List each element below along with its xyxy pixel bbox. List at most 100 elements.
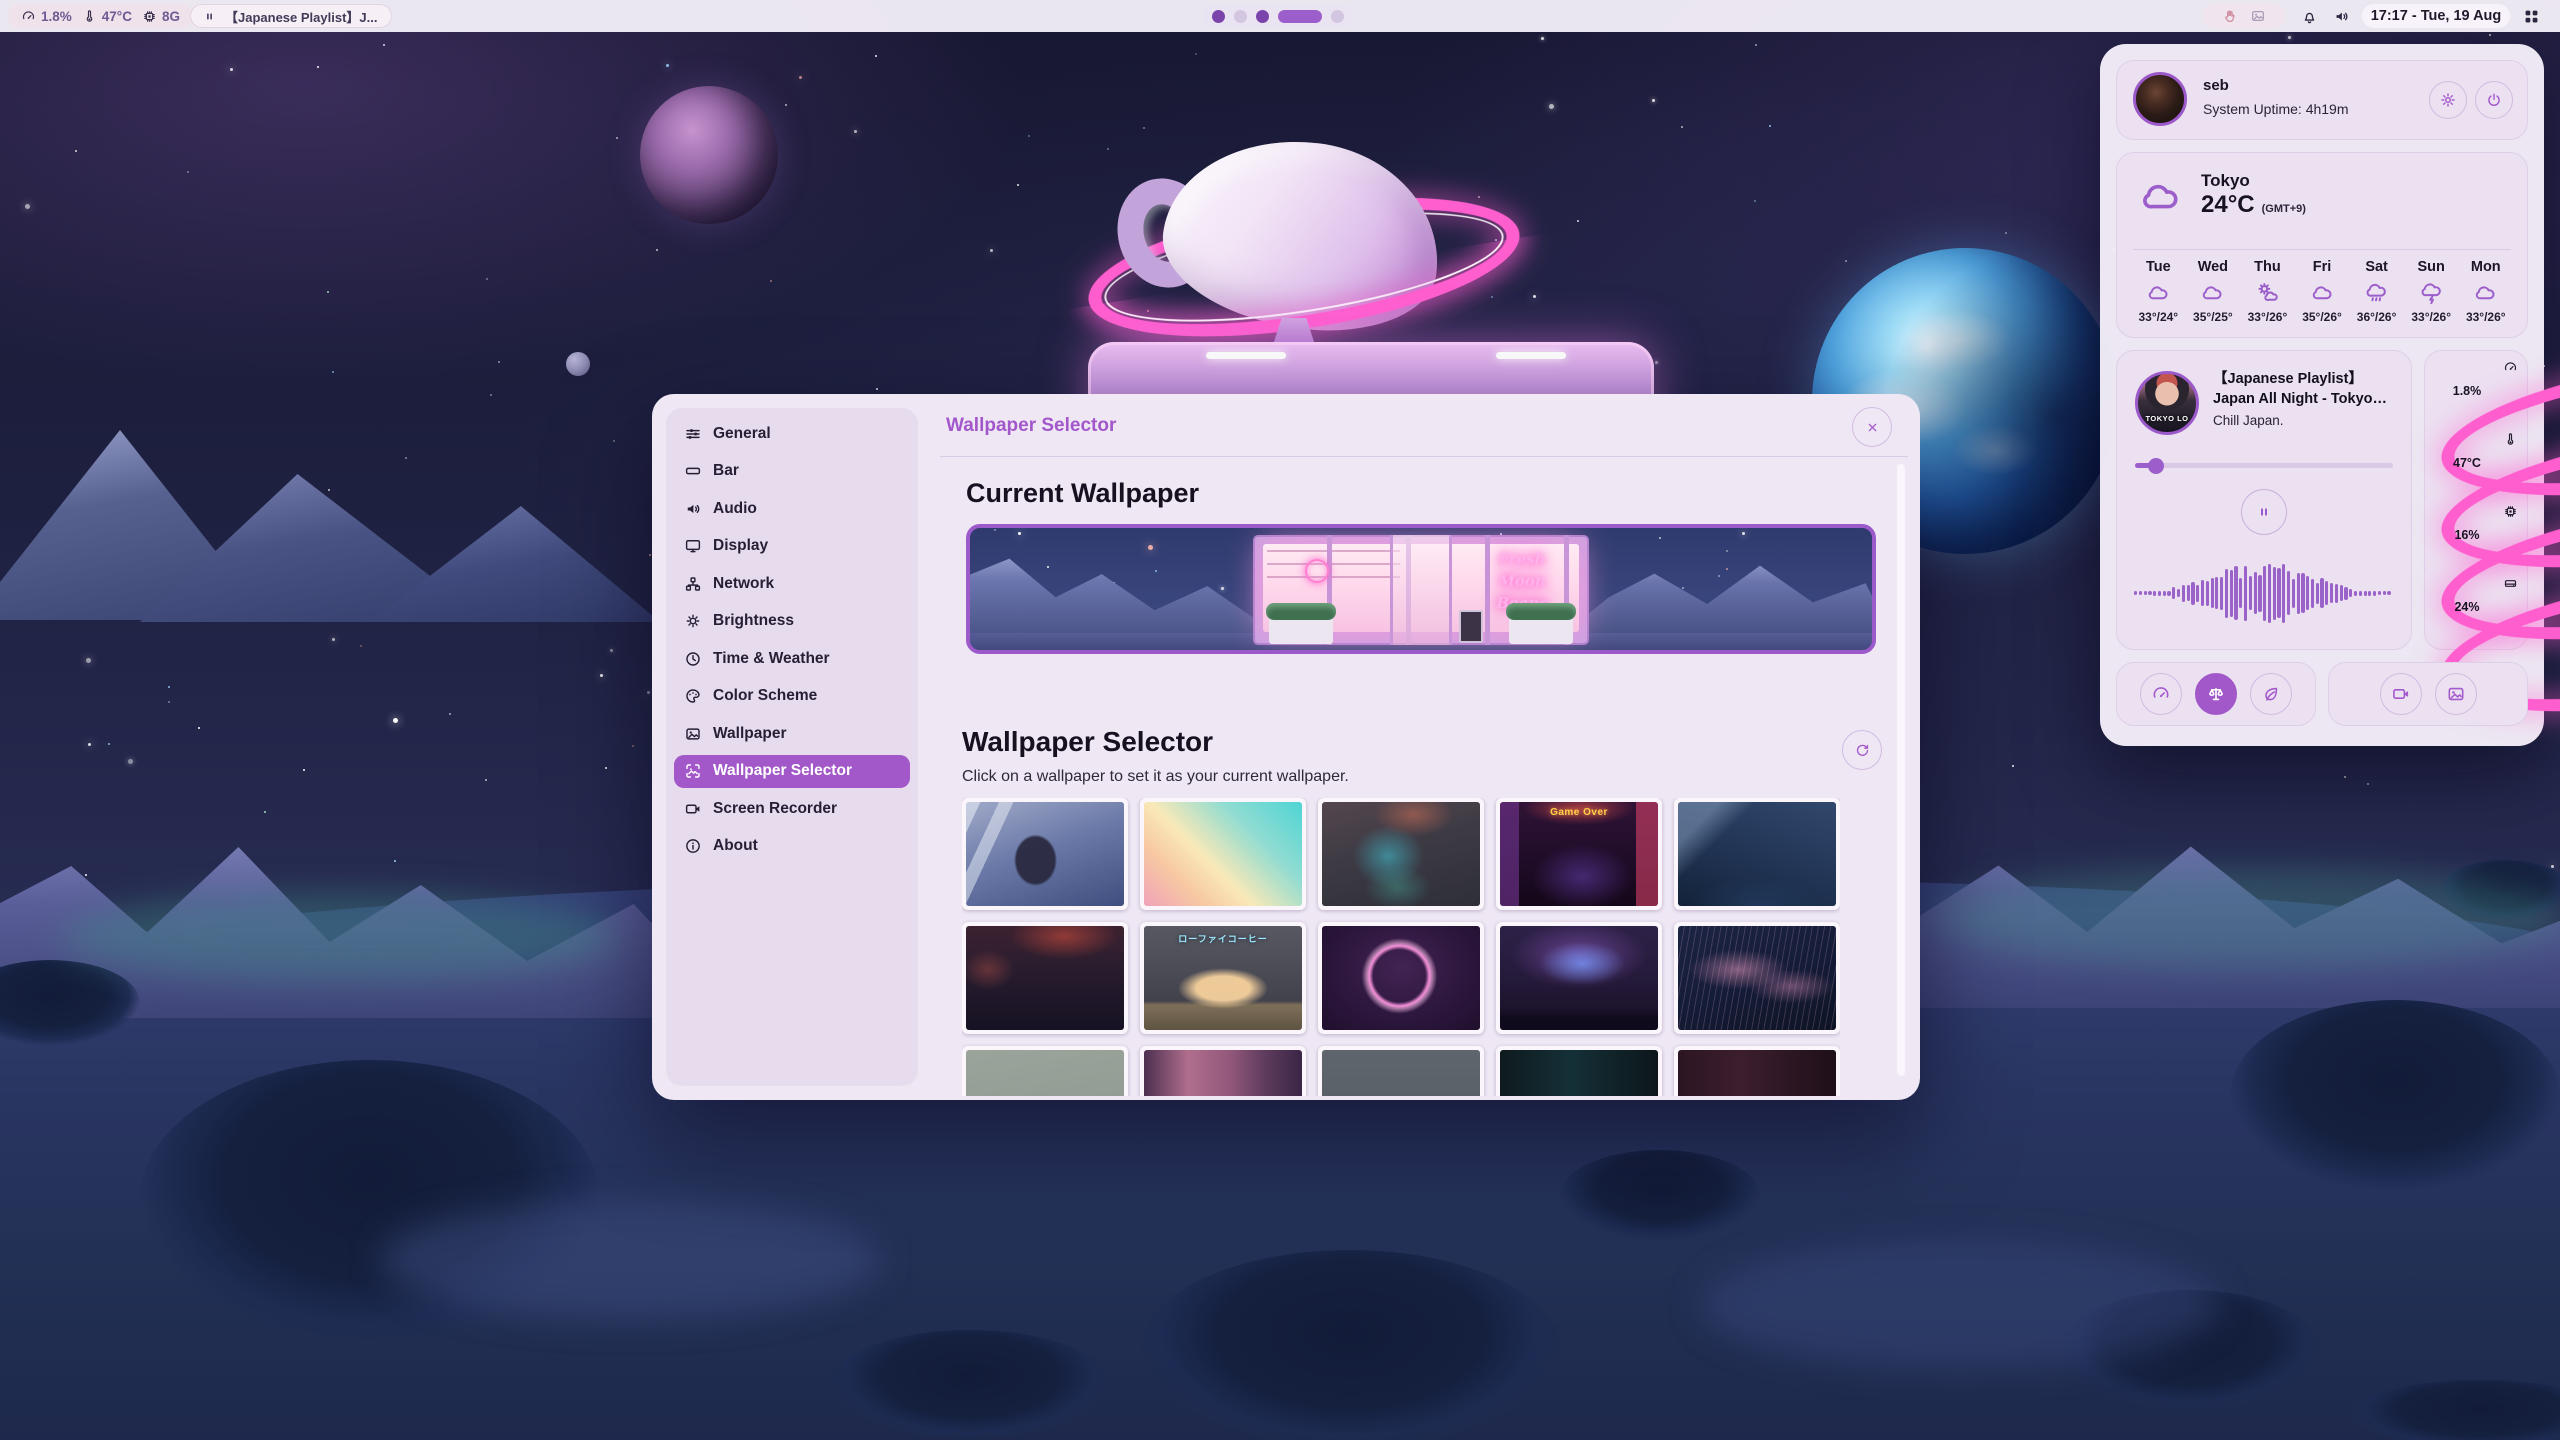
refresh-button[interactable] (1842, 730, 1882, 770)
wallpaper-thumb-lofi-coffee-shop[interactable]: ローファイコーヒー (1140, 922, 1306, 1034)
workspace-dot-5[interactable] (1331, 10, 1344, 23)
wallpaper-thumb-dark-maroon[interactable] (1674, 1046, 1840, 1096)
star (317, 66, 319, 68)
workspace-dot-1[interactable] (1212, 10, 1225, 23)
wallpaper-thumb-image (1678, 926, 1836, 1030)
star (108, 743, 110, 745)
dashboard-button[interactable] (2518, 3, 2544, 29)
gauge-thermometer: 47°C (2425, 429, 2529, 501)
star (1047, 566, 1049, 568)
seek-thumb[interactable] (2148, 458, 2164, 474)
wallpaper-thumb-ember-forest[interactable] (962, 922, 1128, 1034)
close-button[interactable] (1852, 407, 1892, 447)
gauge-value: 24% (2439, 600, 2495, 614)
star (393, 718, 398, 723)
seek-slider[interactable] (2135, 463, 2393, 468)
screenshot-button[interactable] (2435, 673, 2477, 715)
photo-icon[interactable] (2250, 8, 2266, 24)
brightness-icon (684, 612, 702, 630)
star (1755, 44, 1757, 46)
sidebar-item-display[interactable]: Display (674, 530, 910, 563)
sidebar-item-time-weather[interactable]: Time & Weather (674, 642, 910, 675)
sidebar-item-label: Audio (713, 500, 757, 518)
screen-record-button[interactable] (2380, 673, 2422, 715)
star (1577, 220, 1579, 222)
sidebar-item-label: Wallpaper (713, 725, 787, 743)
system-stats-pill[interactable]: 1.8%47°C8G (8, 4, 193, 28)
workspace-dot-4[interactable] (1278, 10, 1322, 23)
workspace-indicator[interactable] (1202, 4, 1354, 28)
gear-icon (2439, 91, 2457, 109)
star (88, 743, 91, 746)
sidebar-item-color-scheme[interactable]: Color Scheme (674, 680, 910, 713)
wallpaper-thumb-snow-fortress[interactable] (1674, 798, 1840, 910)
wave-bar (2144, 591, 2147, 595)
forecast-day-label: Sat (2365, 259, 2388, 275)
notifications-button[interactable] (2296, 4, 2322, 28)
wave-bar (2383, 591, 2386, 595)
wave-bar (2158, 591, 2161, 596)
profile-balanced[interactable] (2195, 673, 2237, 715)
wallpaper-thumb-blossom-grove[interactable] (1140, 1046, 1306, 1096)
wallpaper-thumb-violet-ring[interactable] (1318, 922, 1484, 1034)
wallpaper-thumb-pastel-gradient[interactable] (1140, 798, 1306, 910)
wallpaper-thumb-deep-teal[interactable] (1496, 1046, 1662, 1096)
wallpaper-thumb-neon-arcade[interactable]: Game Over (1496, 798, 1662, 910)
wallpaper-thumb-sage-blur[interactable] (962, 1046, 1128, 1096)
power-button[interactable] (2475, 81, 2513, 119)
wallpaper-thumb-nebula-forest[interactable] (1496, 922, 1662, 1034)
pause-button[interactable] (2241, 489, 2287, 535)
pause-icon (203, 10, 216, 23)
star (1742, 532, 1745, 535)
volume-button[interactable] (2328, 4, 2354, 28)
sidebar-item-brightness[interactable]: Brightness (674, 605, 910, 638)
scrollbar[interactable] (1897, 464, 1905, 1076)
sidebar-item-audio[interactable]: Audio (674, 492, 910, 525)
weather-timezone: (GMT+9) (2262, 203, 2306, 215)
clock[interactable]: 17:17 - Tue, 19 Aug (2362, 4, 2510, 28)
wave-bar (2387, 591, 2390, 595)
sidebar-item-general[interactable]: General (674, 417, 910, 450)
sidebar-item-network[interactable]: Network (674, 567, 910, 600)
star (1652, 99, 1655, 102)
wallpaper-thumb-anime-street[interactable] (962, 798, 1128, 910)
weather-temperature: 24°C (2201, 191, 2255, 219)
workspace-dot-3[interactable] (1256, 10, 1269, 23)
wallpaper-thumb-teal-blur[interactable] (1318, 798, 1484, 910)
sidebar-item-label: Time & Weather (713, 650, 830, 668)
sidebar-item-bar[interactable]: Bar (674, 455, 910, 488)
wave-bar (2196, 585, 2199, 602)
star (990, 249, 993, 252)
sidebar-item-about[interactable]: About (674, 830, 910, 863)
profile-performance[interactable] (2140, 673, 2182, 715)
workspace-dot-2[interactable] (1234, 10, 1247, 23)
star (1726, 550, 1728, 552)
wallpaper-thumb-pink-mesh[interactable] (1674, 922, 1840, 1034)
wave-bar (2335, 584, 2338, 603)
chip-icon (2503, 504, 2518, 519)
star (1769, 125, 1771, 127)
wave-bar (2306, 576, 2309, 610)
hand-icon[interactable] (2222, 8, 2238, 24)
sidebar-item-screen-recorder[interactable]: Screen Recorder (674, 792, 910, 825)
wave-bar (2225, 569, 2228, 618)
gauge-speedometer: 1.8% (2425, 357, 2529, 429)
surface-glow (1930, 868, 2560, 968)
wave-bar (2167, 591, 2170, 596)
wallpaper-thumb-image (966, 1050, 1124, 1096)
system-tray[interactable] (2203, 4, 2285, 28)
sidebar-item-wallpaper[interactable]: Wallpaper (674, 717, 910, 750)
avatar (2133, 72, 2187, 126)
profile-power-saver[interactable] (2250, 673, 2292, 715)
track-title: 【Japanese Playlist】 Japan All Night - To… (2213, 369, 2397, 410)
star (485, 779, 487, 781)
wave-bar (2258, 575, 2261, 612)
wave-bar (2325, 581, 2328, 605)
wallpaper-thumb-slate-grey[interactable] (1318, 1046, 1484, 1096)
wave-bar (2268, 564, 2271, 623)
sidebar-item-wallpaper-selector[interactable]: Wallpaper Selector (674, 755, 910, 788)
wave-bar (2206, 581, 2209, 606)
wave-bar (2187, 585, 2190, 601)
settings-button[interactable] (2429, 81, 2467, 119)
media-pill[interactable]: 【Japanese Playlist】J... (190, 4, 392, 28)
